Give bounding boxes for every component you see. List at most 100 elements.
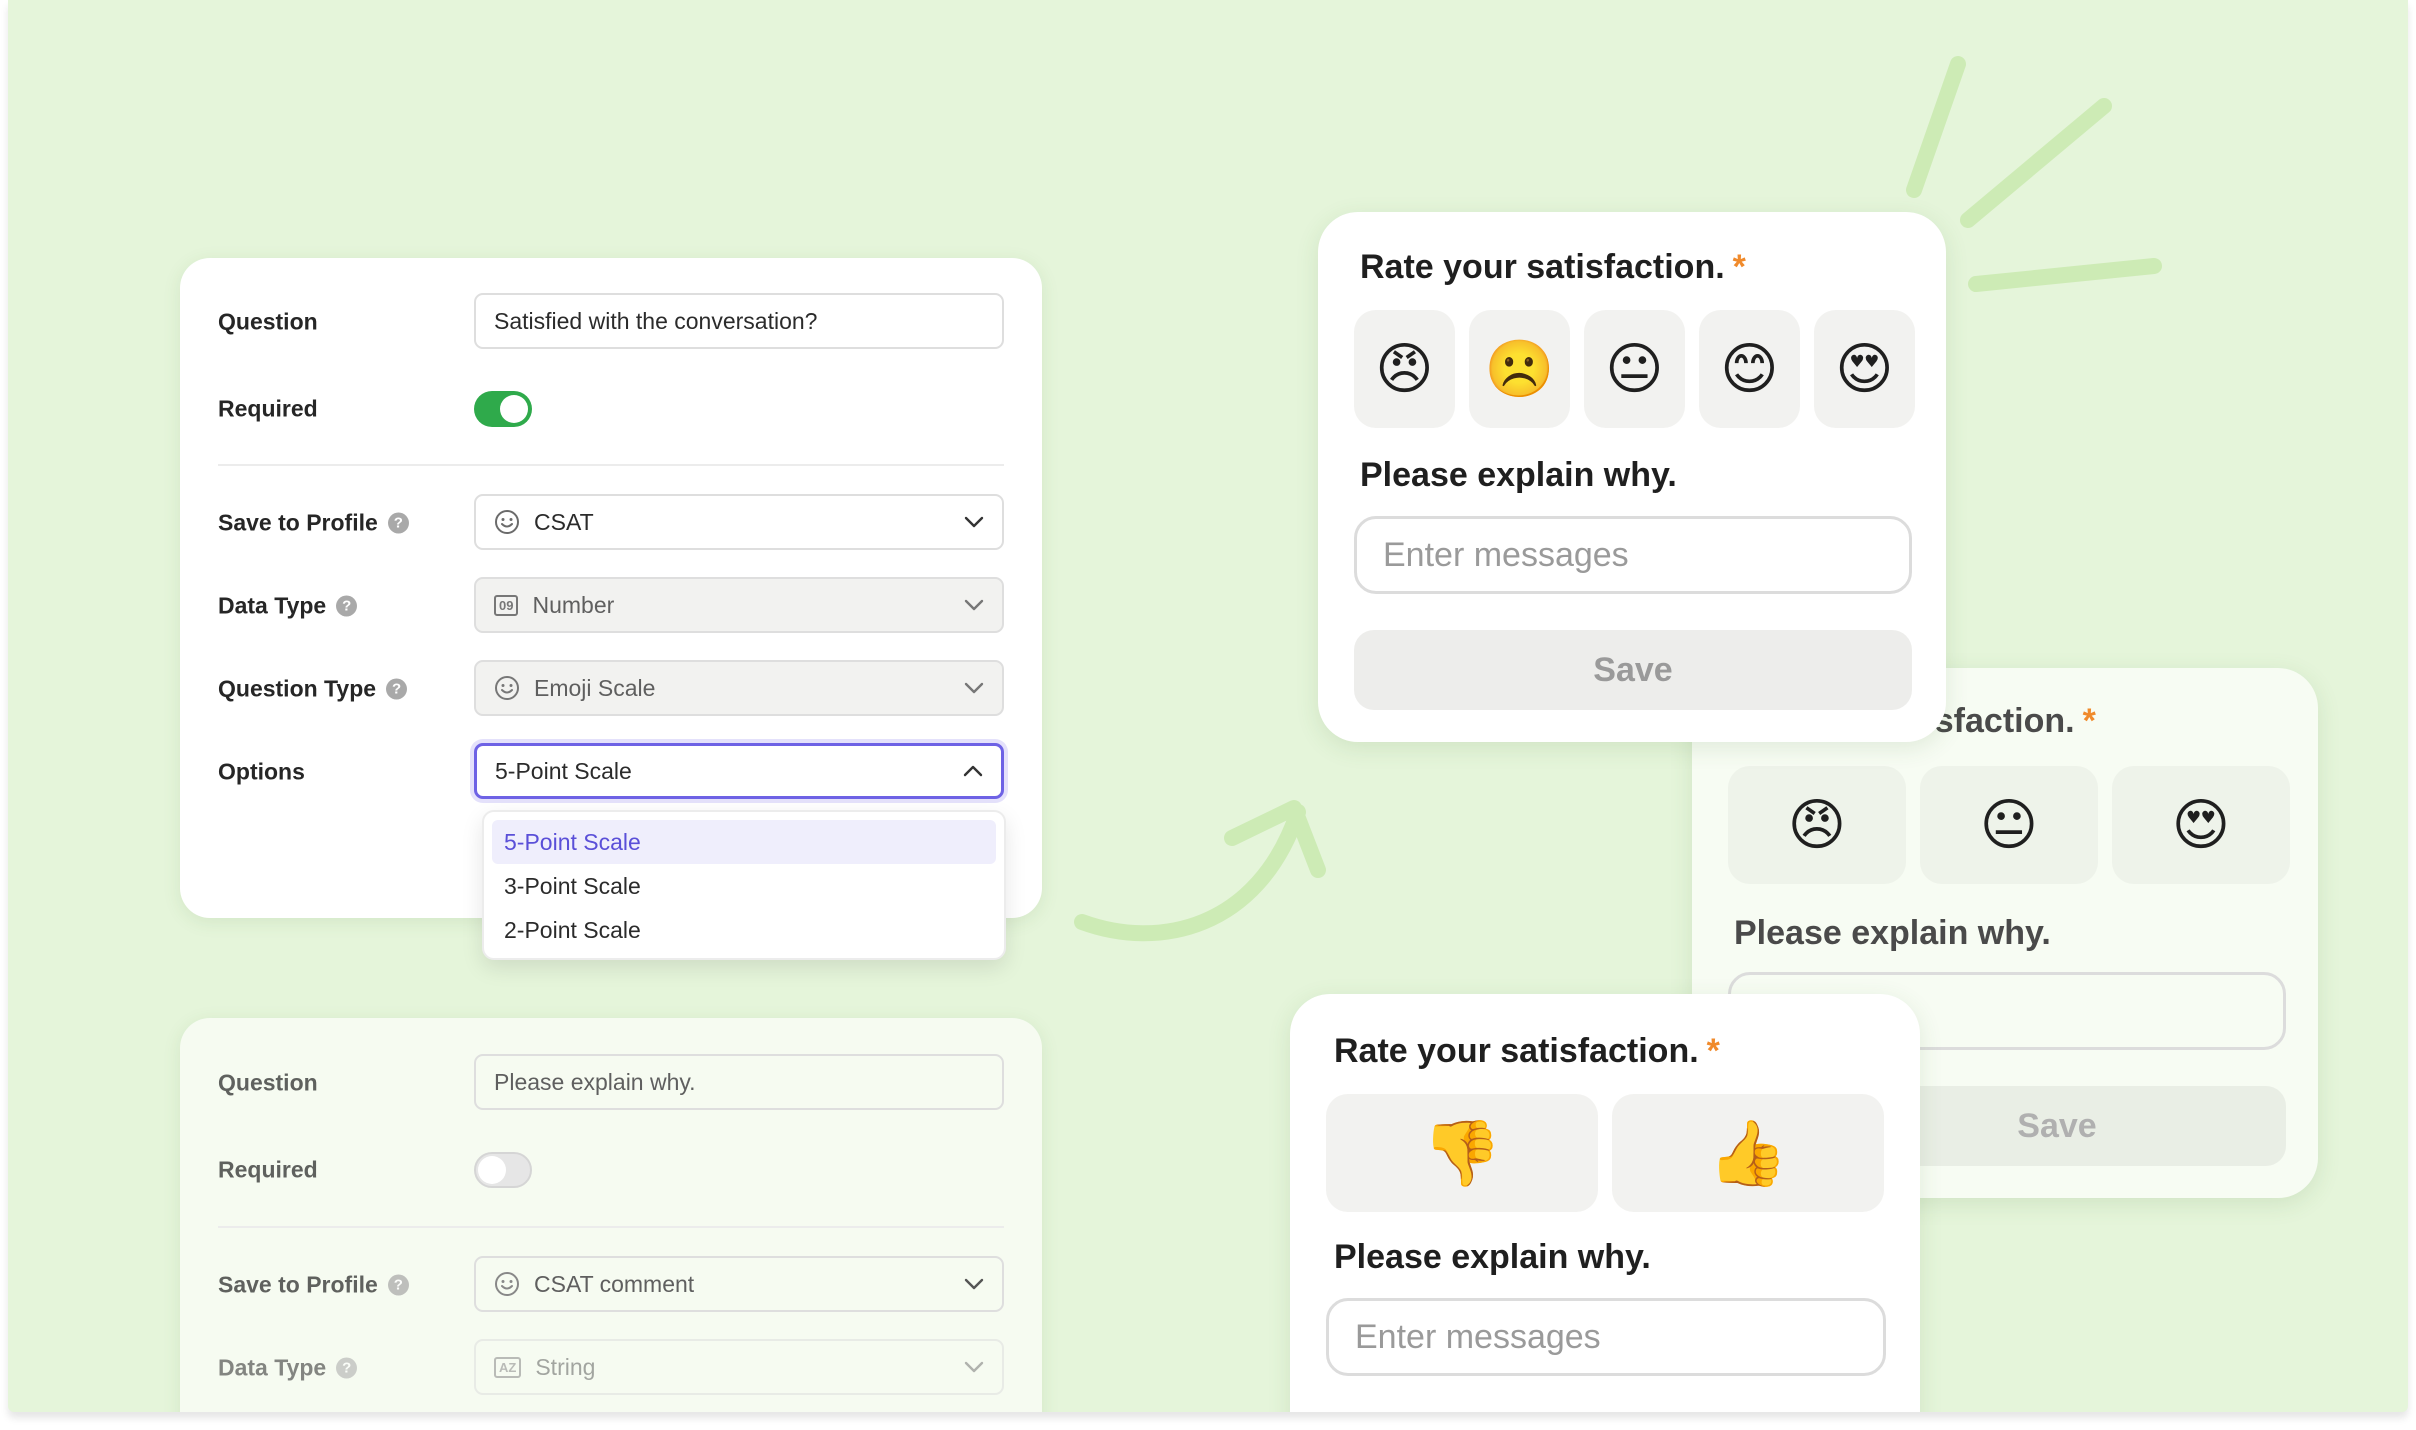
question-type-select[interactable]: Emoji Scale <box>474 660 1004 716</box>
data-type-select[interactable]: AZ String <box>474 1339 1004 1395</box>
number-icon: 09 <box>494 594 519 616</box>
option-3-point-scale[interactable]: 3-Point Scale <box>492 864 996 908</box>
question-row: Question Satisfied with the conversation… <box>218 293 1004 351</box>
message-input[interactable]: Enter messages <box>1354 516 1912 594</box>
canvas-background: Question Satisfied with the conversation… <box>8 0 2408 1412</box>
help-icon[interactable]: ? <box>336 1357 358 1379</box>
divider <box>218 1226 1004 1228</box>
data-type-label: Data Type ? <box>218 1354 358 1382</box>
save-to-profile-row: Save to Profile ? CSAT <box>218 494 1004 552</box>
survey-preview-5-point: Rate your satisfaction. * 😠 ☹️ 😐 😊 😍 Plea… <box>1318 212 1946 742</box>
question-input-value: Please explain why. <box>494 1068 696 1095</box>
required-label: Required <box>218 395 318 422</box>
chevron-up-icon <box>963 765 983 777</box>
data-type-text: Data Type <box>218 1354 327 1381</box>
chevron-down-icon <box>964 682 984 694</box>
save-button[interactable]: Save <box>1354 630 1912 710</box>
toggle-knob <box>478 1156 506 1184</box>
help-icon[interactable]: ? <box>386 678 408 700</box>
smiley-icon <box>494 509 520 535</box>
required-star: * <box>2082 702 2096 740</box>
required-toggle[interactable] <box>474 1152 532 1188</box>
explain-heading: Please explain why. <box>1334 1238 1651 1276</box>
question-type-value: Emoji Scale <box>534 674 656 701</box>
required-toggle[interactable] <box>474 391 532 427</box>
data-type-value: String <box>535 1353 596 1380</box>
number-icon-badge: 09 <box>494 594 519 616</box>
help-icon[interactable]: ? <box>387 512 409 534</box>
emoji-neutral-button[interactable]: 😐 <box>1920 766 2098 884</box>
emoji-scale: 😠 ☹️ 😐 😊 😍 <box>1354 310 1915 428</box>
thumbs-down-button[interactable]: 👎 <box>1326 1094 1598 1212</box>
question-label: Question <box>218 308 318 335</box>
question-input[interactable]: Please explain why. <box>474 1054 1004 1110</box>
emoji-heart-eyes-button[interactable]: 😍 <box>2112 766 2290 884</box>
explain-heading: Please explain why. <box>1360 456 1677 494</box>
data-type-select[interactable]: 09 Number <box>474 577 1004 633</box>
survey-title: Rate your satisfaction. * <box>1334 1032 1720 1071</box>
smiley-icon <box>494 675 520 701</box>
question-input-value: Satisfied with the conversation? <box>494 307 818 334</box>
required-star: * <box>1706 1032 1720 1070</box>
question-row: Question Please explain why. <box>218 1054 1004 1112</box>
save-to-profile-row: Save to Profile ? CSAT comment <box>218 1256 1004 1314</box>
emoji-neutral-button[interactable]: 😐 <box>1584 310 1685 428</box>
data-type-text: Data Type <box>218 592 327 619</box>
required-row: Required <box>218 1141 1004 1199</box>
save-to-profile-label: Save to Profile ? <box>218 1272 409 1299</box>
emoji-heart-eyes-button[interactable]: 😍 <box>1814 310 1915 428</box>
emoji-smile-button[interactable]: 😊 <box>1699 310 1800 428</box>
options-select[interactable]: 5-Point Scale <box>474 743 1004 799</box>
divider <box>218 464 1004 466</box>
chevron-down-icon <box>964 516 984 528</box>
save-to-profile-text: Save to Profile <box>218 509 378 536</box>
message-input[interactable]: Enter messages <box>1326 1298 1886 1376</box>
thumbs-up-button[interactable]: 👍 <box>1612 1094 1884 1212</box>
save-to-profile-select[interactable]: CSAT <box>474 494 1004 550</box>
question-label: Question <box>218 1069 318 1096</box>
option-2-point-scale[interactable]: 2-Point Scale <box>492 908 996 952</box>
data-type-value: Number <box>532 591 615 618</box>
options-dropdown-menu: 5-Point Scale 3-Point Scale 2-Point Scal… <box>482 810 1006 960</box>
explain-heading: Please explain why. <box>1734 914 2051 952</box>
emoji-frown-button[interactable]: ☹️ <box>1469 310 1570 428</box>
text-type-icon-badge: AZ <box>494 1356 522 1378</box>
save-to-profile-value: CSAT comment <box>534 1270 695 1297</box>
required-row: Required <box>218 380 1004 438</box>
required-label: Required <box>218 1156 318 1183</box>
emoji-scale: 👎 👍 <box>1326 1094 1884 1212</box>
question-input[interactable]: Satisfied with the conversation? <box>474 293 1004 349</box>
curved-arrow-icon <box>1074 800 1326 942</box>
comment-settings-panel: Question Please explain why. Required Sa… <box>180 1018 1042 1412</box>
data-type-label: Data Type ? <box>218 592 358 620</box>
help-icon[interactable]: ? <box>336 595 358 617</box>
option-5-point-scale[interactable]: 5-Point Scale <box>492 820 996 864</box>
question-type-text: Question Type <box>218 675 377 702</box>
smiley-icon <box>494 1271 520 1297</box>
help-icon[interactable]: ? <box>387 1274 409 1296</box>
chevron-down-icon <box>964 1361 984 1373</box>
emoji-scale: 😠 😐 😍 <box>1728 766 2290 884</box>
save-to-profile-text: Save to Profile <box>218 1271 378 1298</box>
survey-preview-2-point: Rate your satisfaction. * 👎 👍 Please expl… <box>1290 994 1920 1412</box>
save-to-profile-value: CSAT <box>534 508 594 535</box>
chevron-down-icon <box>964 599 984 611</box>
options-value: 5-Point Scale <box>495 757 632 784</box>
survey-title: Rate your satisfaction. * <box>1360 248 1746 287</box>
save-button-label: Save <box>2017 1106 2097 1145</box>
question-type-row: Question Type ? Emoji Scale <box>218 660 1004 718</box>
data-type-row: Data Type ? 09 Number <box>218 577 1004 635</box>
save-to-profile-select[interactable]: CSAT comment <box>474 1256 1004 1312</box>
emoji-angry-button[interactable]: 😠 <box>1354 310 1455 428</box>
emoji-angry-button[interactable]: 😠 <box>1728 766 1906 884</box>
chevron-down-icon <box>964 1278 984 1290</box>
question-type-label: Question Type ? <box>218 675 408 703</box>
options-row: Options 5-Point Scale <box>218 743 1004 801</box>
toggle-knob <box>500 395 528 423</box>
survey-title-text: Rate your satisfaction. <box>1360 248 1725 286</box>
required-star: * <box>1732 248 1746 286</box>
save-to-profile-label: Save to Profile ? <box>218 510 409 537</box>
sparkle-lines <box>1906 56 2162 292</box>
options-label: Options <box>218 758 305 785</box>
survey-title-text: Rate your satisfaction. <box>1334 1032 1699 1070</box>
